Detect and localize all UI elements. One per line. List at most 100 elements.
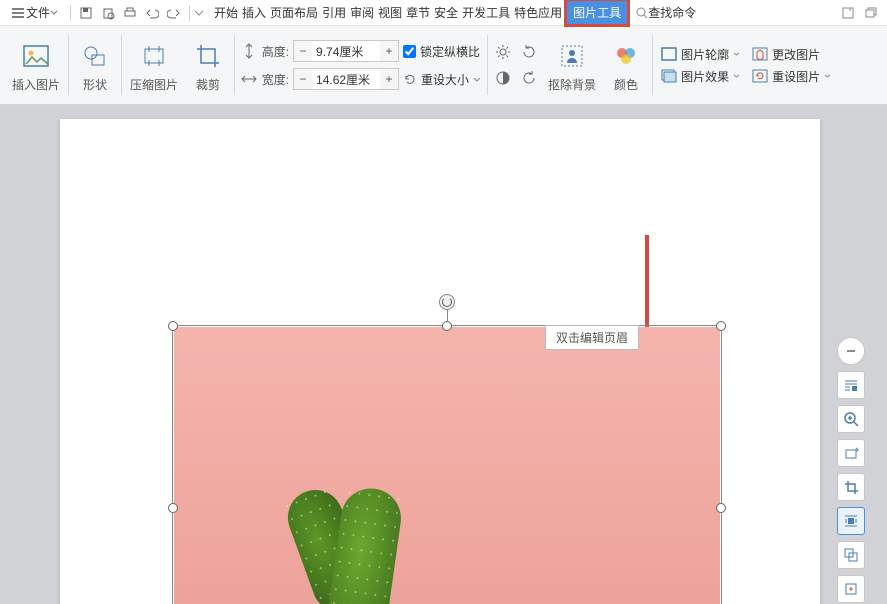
tool-crop[interactable] — [837, 473, 865, 501]
color-button[interactable]: 颜色 — [602, 26, 650, 104]
width-inc[interactable]: + — [380, 69, 398, 89]
tab-sections[interactable]: 章节 — [404, 0, 432, 25]
remove-bg-icon — [559, 43, 585, 69]
lock-ratio-checkbox[interactable]: 锁定纵横比 — [403, 43, 480, 60]
chevron-down-icon — [194, 10, 204, 16]
height-spinner[interactable]: − + — [293, 40, 399, 62]
tool-link[interactable] — [837, 575, 865, 603]
contrast-button[interactable] — [492, 67, 514, 89]
width-icon — [241, 71, 257, 87]
tab-developer[interactable]: 开发工具 — [460, 0, 512, 25]
compress-button[interactable]: 压缩图片 — [124, 26, 184, 104]
resize-handle-tr[interactable] — [716, 321, 726, 331]
brightness-button[interactable] — [492, 41, 514, 63]
shapes-icon — [82, 43, 108, 69]
window-button-2[interactable] — [859, 2, 881, 24]
width-spinner[interactable]: − + — [293, 68, 399, 90]
resize-handle-ml[interactable] — [168, 503, 178, 513]
height-dec[interactable]: − — [294, 41, 312, 61]
contrast-icon — [495, 70, 511, 86]
change-pic-button[interactable]: 更改图片 — [750, 45, 833, 64]
tab-start[interactable]: 开始 — [212, 0, 240, 25]
chevron-down-icon — [824, 74, 831, 78]
file-menu[interactable]: 文件 — [6, 2, 66, 23]
brightness-icon — [495, 44, 511, 60]
effects-button[interactable]: 图片效果 — [659, 67, 742, 86]
tool-zoom[interactable] — [837, 405, 865, 433]
width-input[interactable] — [312, 69, 380, 89]
reset-size-label: 重设大小 — [421, 71, 469, 88]
separator — [121, 35, 122, 95]
tab-picture-tools[interactable]: 图片工具 — [564, 0, 630, 27]
resize-handle-tl[interactable] — [168, 321, 178, 331]
tab-view[interactable]: 视图 — [376, 0, 404, 25]
group-icon — [843, 547, 859, 563]
header-tooltip: 双击编辑页眉 — [545, 325, 639, 350]
undo-icon — [145, 6, 159, 20]
rotate-left-icon — [521, 70, 537, 86]
width-dec[interactable]: − — [294, 69, 312, 89]
outline-button[interactable]: 图片轮廓 — [659, 45, 742, 64]
change-pic-icon — [752, 47, 768, 61]
reset-pic-button[interactable]: 重设图片 — [750, 67, 833, 86]
height-inc[interactable]: + — [380, 41, 398, 61]
picture-icon — [22, 42, 50, 70]
rotation-handle[interactable] — [439, 294, 455, 310]
crop-button[interactable]: 裁剪 — [184, 26, 232, 104]
shapes-button[interactable]: 形状 — [71, 26, 119, 104]
height-icon — [241, 43, 257, 59]
callout-arrow — [645, 235, 649, 335]
print-button[interactable] — [119, 2, 141, 24]
save-button[interactable] — [75, 2, 97, 24]
ribbon: 插入图片 形状 压缩图片 裁剪 高度: − + 锁定纵横比 — [0, 26, 887, 105]
tool-layout[interactable] — [837, 371, 865, 399]
redo-button[interactable] — [163, 2, 185, 24]
rotate-left-button[interactable] — [518, 67, 540, 89]
redo-icon — [167, 6, 181, 20]
crop-label: 裁剪 — [196, 76, 220, 93]
hamburger-icon — [12, 8, 24, 18]
wrap-icon — [843, 513, 859, 529]
color-label: 颜色 — [614, 76, 638, 93]
resize-handle-tm[interactable] — [442, 321, 452, 331]
tool-rotate[interactable] — [837, 439, 865, 467]
tool-collapse[interactable] — [837, 337, 865, 365]
minus-icon — [845, 345, 857, 357]
crop-icon — [195, 43, 221, 69]
tool-group[interactable] — [837, 541, 865, 569]
link-icon — [843, 581, 859, 597]
crop-icon — [843, 479, 859, 495]
tab-references[interactable]: 引用 — [320, 0, 348, 25]
tab-page-layout[interactable]: 页面布局 — [268, 0, 320, 25]
height-input[interactable] — [312, 41, 380, 61]
tool-wrap[interactable] — [837, 507, 865, 535]
lock-ratio-input[interactable] — [403, 45, 416, 58]
tab-security[interactable]: 安全 — [432, 0, 460, 25]
color-icon — [613, 43, 639, 69]
tab-review[interactable]: 审阅 — [348, 0, 376, 25]
rotate-right-button[interactable] — [518, 41, 540, 63]
document-canvas[interactable]: 双击编辑页眉 — [0, 105, 887, 604]
reset-size-button[interactable]: 重设大小 — [403, 71, 481, 88]
chevron-down-icon — [473, 77, 481, 82]
insert-picture-button[interactable]: 插入图片 — [6, 26, 66, 104]
cactus-illustration — [249, 428, 439, 604]
adjust-group-1 — [490, 41, 516, 89]
floating-toolbar — [837, 337, 865, 604]
selected-image[interactable] — [172, 325, 722, 604]
effects-icon — [661, 69, 677, 83]
reset-pic-label: 重设图片 — [772, 68, 820, 85]
remove-bg-button[interactable]: 抠除背景 — [542, 26, 602, 104]
command-search[interactable]: 查找命令 — [630, 2, 702, 23]
tab-insert[interactable]: 插入 — [240, 0, 268, 25]
height-label: 高度: — [261, 43, 289, 60]
remove-bg-label: 抠除背景 — [548, 76, 596, 93]
undo-button[interactable] — [141, 2, 163, 24]
separator — [487, 35, 488, 95]
resize-handle-mr[interactable] — [716, 503, 726, 513]
tab-special[interactable]: 特色应用 — [512, 0, 564, 25]
print-preview-button[interactable] — [97, 2, 119, 24]
window-button-1[interactable] — [837, 2, 859, 24]
rotate-right-icon — [521, 44, 537, 60]
chevron-down-icon — [50, 10, 58, 15]
